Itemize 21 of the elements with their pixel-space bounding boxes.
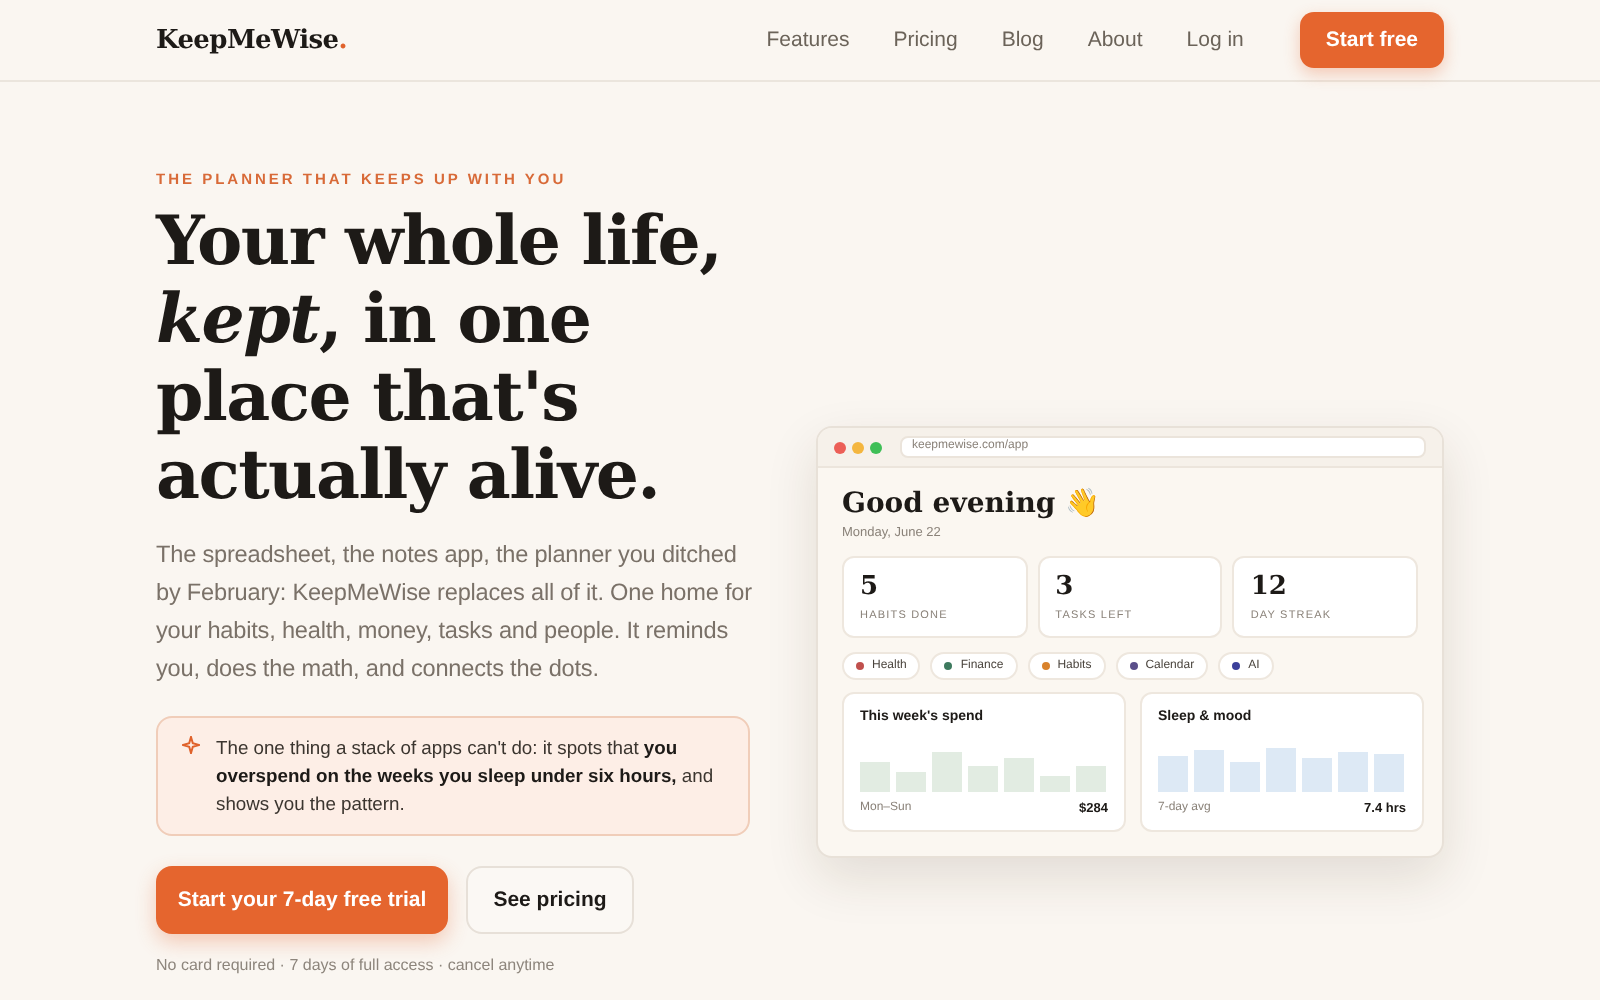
stat-value: 5 — [860, 572, 881, 602]
trial-button[interactable]: Start your 7-day free trial — [156, 866, 448, 934]
nav-link[interactable]: Features — [766, 28, 850, 52]
greeting: Good evening 👋 — [842, 486, 1102, 520]
sparkle-icon — [182, 736, 200, 754]
close-dot-icon — [834, 441, 846, 453]
stat-value: 12 — [1250, 572, 1289, 602]
nav-link[interactable]: Blog — [1001, 28, 1044, 52]
start-free-button[interactable]: Start free — [1299, 12, 1444, 68]
stat-value: 3 — [1055, 572, 1076, 602]
logo[interactable]: KeepMeWise. — [156, 25, 347, 55]
footnote: No card required · 7 days of full access · cancel anytime — [156, 956, 557, 974]
intro-paragraph: The spreadsheet, the notes app, the planner you ditched by February: KeepMeWise replaces all of it. One home for your habits, health, money, tasks and people. It reminds you, does the math, and connects the dots. — [156, 538, 754, 686]
minimize-dot-icon — [852, 441, 864, 453]
nav-link[interactable]: Log in — [1186, 28, 1244, 52]
nav-link[interactable]: About — [1087, 28, 1143, 52]
headline: Your whole life, kept, in one place that's actually alive. — [156, 204, 724, 516]
maximize-dot-icon — [870, 441, 882, 453]
callout-text: The one thing a stack of apps can't do: it spots that you overspend on the weeks you sleep under six hours, and shows you the pattern. — [216, 734, 716, 818]
pricing-button[interactable]: See pricing — [466, 866, 634, 934]
nav-link[interactable]: Pricing — [893, 28, 958, 52]
